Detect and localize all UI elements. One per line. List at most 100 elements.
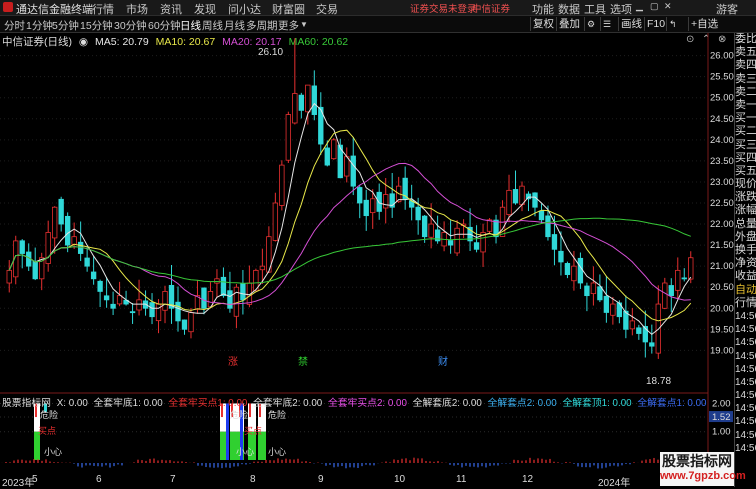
- candle-body: [292, 93, 298, 124]
- ma-lines: [8, 102, 692, 336]
- menu-quotes[interactable]: 行情: [92, 1, 114, 17]
- candle-body: [551, 234, 558, 250]
- tab-more[interactable]: 更多: [278, 18, 299, 33]
- overlay-button[interactable]: 叠加: [556, 17, 582, 31]
- ma-line-ma20: [8, 162, 691, 306]
- quote-label-turnover: 换手: [735, 244, 756, 256]
- danger-label-2: 危险: [230, 409, 248, 420]
- candle-body: [52, 206, 58, 239]
- candle-body: [90, 271, 97, 280]
- ind-tick-label: 1.52: [712, 412, 731, 423]
- date-label-12: 12: [522, 474, 534, 485]
- quote-label-ticks[interactable]: 行情: [735, 297, 756, 310]
- quote-label-wb: 委比: [735, 33, 756, 45]
- back-arrow-icon[interactable]: ↰: [666, 17, 679, 31]
- price-tick-label: 23.50: [710, 156, 734, 167]
- tab-15min[interactable]: 15分钟: [80, 18, 113, 33]
- quote-panel: 委比 卖五 卖四 卖三 卖二 卖一 买一 买二 买三 买四 买五 现价 涨跌 涨…: [734, 33, 756, 487]
- tab-daily[interactable]: 日线: [180, 18, 201, 33]
- user-label[interactable]: 游客: [716, 1, 738, 17]
- candle-body: [344, 156, 350, 177]
- tab-60min[interactable]: 60分钟: [148, 18, 181, 33]
- menu-ask[interactable]: 问小达: [228, 1, 261, 17]
- tick-time: 14:56: [735, 390, 756, 402]
- quote-label-pct: 涨幅: [735, 204, 756, 217]
- close-icon[interactable]: ✕: [664, 1, 672, 12]
- watermark: 股票指标网 www.7gpzb.com: [660, 452, 746, 486]
- menu-data[interactable]: 数据: [558, 1, 580, 17]
- quote-label-b2: 买二: [735, 125, 756, 138]
- more-chevron-icon[interactable]: ▼: [300, 20, 308, 29]
- candle-body: [421, 215, 428, 238]
- candle-series: [6, 38, 694, 359]
- candle-body: [597, 286, 603, 301]
- tab-1min[interactable]: 1分钟: [26, 18, 53, 33]
- tab-intraday[interactable]: 分时: [4, 18, 25, 33]
- tab-30min[interactable]: 30分钟: [114, 18, 147, 33]
- restore-icon[interactable]: ▢: [650, 1, 659, 12]
- broker-name[interactable]: 中信证券: [472, 1, 510, 15]
- minimize-icon[interactable]: ▁: [636, 1, 643, 12]
- tab-5min[interactable]: 5分钟: [52, 18, 79, 33]
- candle-body: [590, 282, 597, 295]
- ind-free-point2: 全解套点2: 0.00: [487, 398, 557, 409]
- candle-body: [649, 342, 655, 347]
- menu-fortune[interactable]: 财富圈: [272, 1, 305, 17]
- candle-body: [220, 276, 227, 297]
- date-label-8: 8: [250, 474, 256, 485]
- menu-options[interactable]: 选项: [610, 1, 632, 17]
- ind-free-top1: 全解套顶1: 0.00: [562, 398, 632, 409]
- careful-label-3: 小心: [268, 447, 286, 457]
- ind-bottom1: 全套牢底1: 0.00: [93, 398, 163, 409]
- candle-body: [175, 301, 181, 322]
- candle-body: [584, 285, 590, 297]
- tick-time: 14:56: [735, 310, 756, 322]
- app-logo-icon: [3, 2, 13, 12]
- tab-multi-period[interactable]: 多周期: [246, 18, 278, 33]
- candle-body: [233, 286, 240, 317]
- candle-body: [285, 114, 292, 161]
- menu-trade[interactable]: 交易: [316, 1, 338, 17]
- candle-body: [428, 223, 434, 238]
- quote-label-s4: 卖四: [735, 59, 756, 72]
- menu-function[interactable]: 功能: [532, 1, 554, 17]
- quote-label-auto[interactable]: 自动: [735, 284, 756, 297]
- candle-body: [506, 189, 512, 216]
- menu-discover[interactable]: 发现: [194, 1, 216, 17]
- menu-tools[interactable]: 工具: [584, 1, 606, 17]
- draw-button[interactable]: 画线: [618, 17, 644, 31]
- candle-body: [129, 311, 136, 314]
- ind-buy1: 全套牢买点1: 0.00: [168, 398, 248, 409]
- f10-button[interactable]: F10: [644, 17, 667, 31]
- price-tick-label: 25.00: [710, 93, 734, 104]
- login-notice[interactable]: 证券交易未登录: [410, 1, 477, 15]
- add-watchlist-button[interactable]: +自选: [688, 17, 720, 31]
- tab-weekly[interactable]: 周线: [202, 18, 223, 33]
- price-tick-label: 20.50: [710, 282, 734, 293]
- quote-label-netasset: 净资: [735, 257, 756, 270]
- candle-body: [84, 257, 90, 267]
- list-icon[interactable]: ☰: [600, 17, 613, 31]
- settings-gear-icon[interactable]: ⚙: [584, 17, 597, 31]
- ind-x: X: 0.00: [56, 398, 88, 409]
- danger-label-1: 危险: [40, 409, 58, 420]
- adjust-button[interactable]: 复权: [530, 17, 556, 31]
- price-tick-label: 25.50: [710, 72, 734, 83]
- candle-body: [486, 219, 493, 232]
- ind-tick-label: 2.00: [712, 398, 731, 409]
- candle-body: [201, 287, 207, 309]
- candle-body: [324, 147, 330, 166]
- menu-news[interactable]: 资讯: [160, 1, 182, 17]
- candle-body: [311, 85, 317, 115]
- candle-body: [71, 236, 77, 245]
- quote-label-s2: 卖二: [735, 85, 756, 98]
- candle-body: [350, 155, 356, 187]
- careful-label-2: 小心: [236, 447, 254, 457]
- candle-body: [376, 191, 382, 212]
- tab-monthly[interactable]: 月线: [224, 18, 245, 33]
- indicator-name[interactable]: 股票指标网: [2, 398, 51, 409]
- quote-label-volume: 总量: [735, 217, 756, 230]
- menu-market[interactable]: 市场: [126, 1, 148, 17]
- tick-time: 14:56: [735, 337, 756, 349]
- price-tick-label: 23.00: [710, 177, 734, 188]
